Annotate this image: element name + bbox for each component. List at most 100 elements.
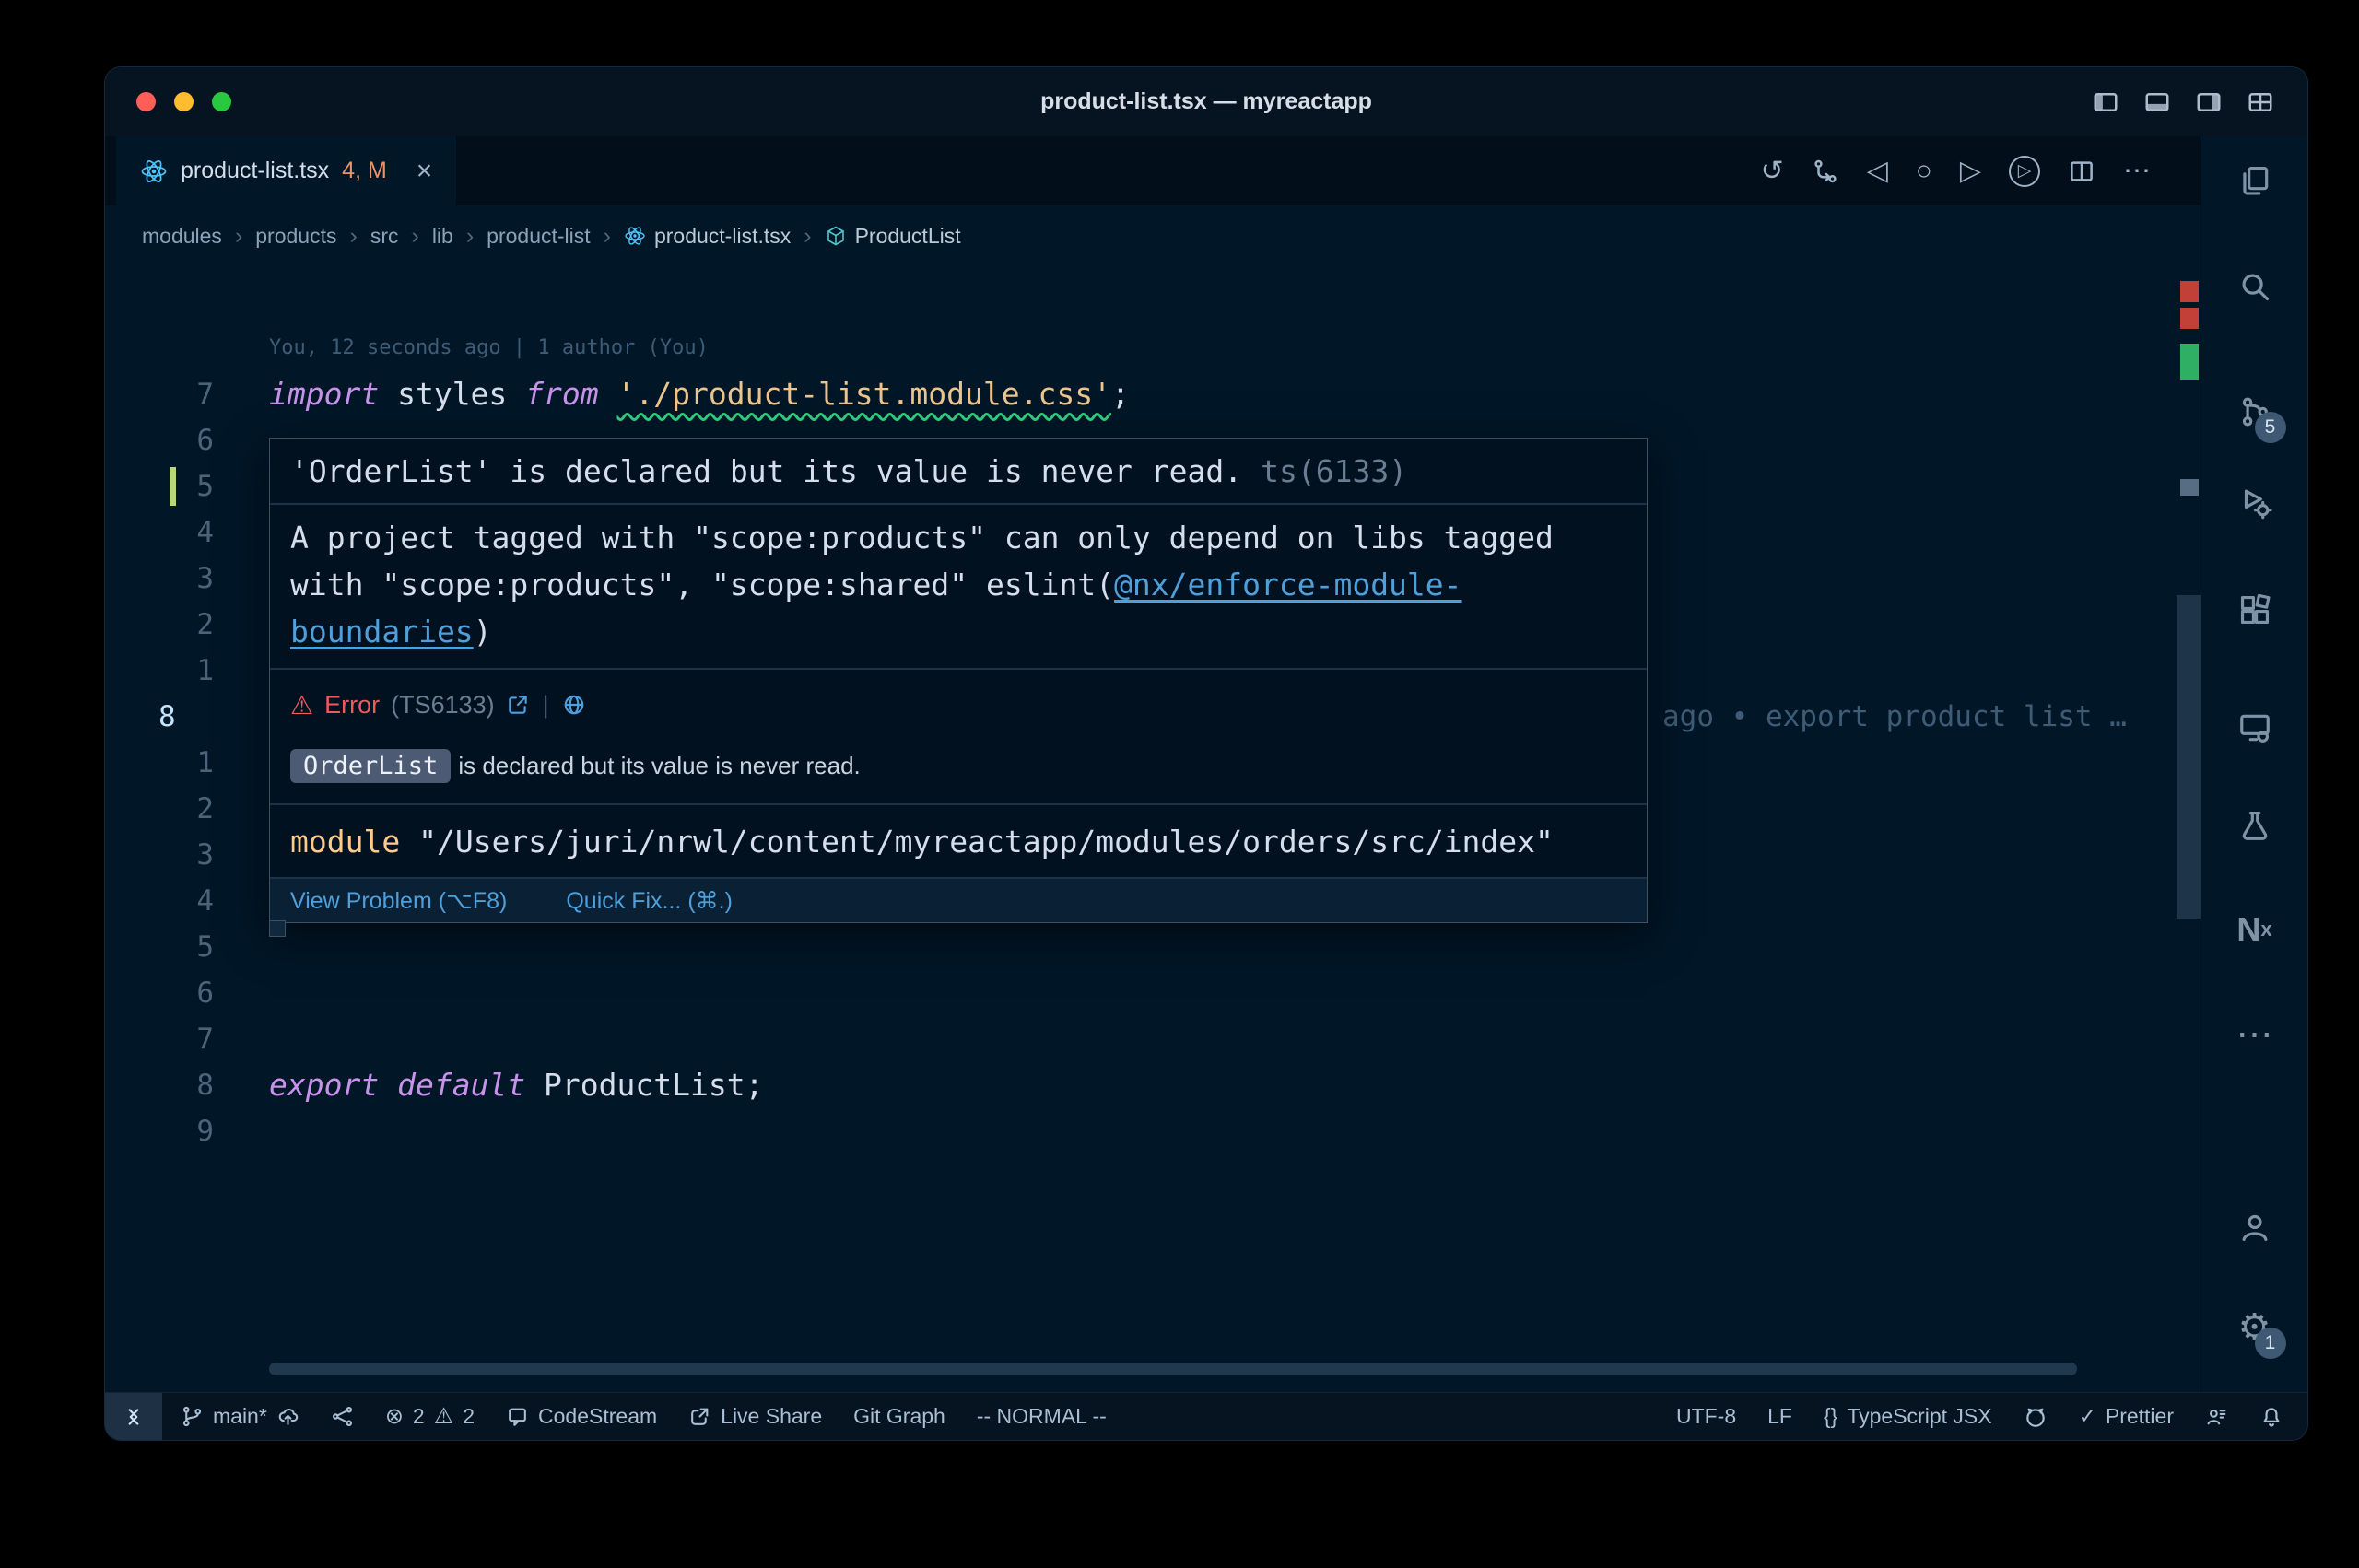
breadcrumb-file[interactable]: product-list.tsx [624,224,791,249]
breadcrumb-separator: › [804,223,811,250]
editor-actions: ↺ ◁ ○ ▷ ▷ ⋯ [1761,136,2151,205]
current-line-number[interactable]: 8 [105,694,214,740]
git-branch-item[interactable]: main* [181,1404,299,1429]
activity-bar: 5 Nx ⋯ ⚙ 1 [2201,136,2307,1394]
globe-icon[interactable] [562,693,586,717]
hover-resize-handle[interactable] [269,920,286,937]
open-changes-icon[interactable] [1812,158,1839,185]
line-number[interactable]: 1 [105,648,214,694]
timeline-icon[interactable]: ↺ [1761,158,1784,185]
code-line[interactable]: 6 [105,970,2177,1016]
toggle-secondary-sidebar-icon[interactable] [2195,88,2223,116]
code-line[interactable]: 9 [105,1108,2177,1154]
additional-views-icon[interactable]: ⋯ [2229,1009,2281,1060]
remote-explorer-icon[interactable] [2229,702,2281,754]
search-icon[interactable] [2229,261,2281,312]
overview-ruler [2177,266,2202,1394]
hover-module-row: module "/Users/juri/nrwl/content/myreact… [270,803,1647,877]
line-number[interactable]: 4 [105,509,214,556]
prettier-item[interactable]: ✓ Prettier [2079,1404,2174,1429]
line-number[interactable]: 5 [105,463,214,509]
gitlens-graph-item[interactable] [331,1405,354,1428]
feedback-item[interactable] [2205,1405,2228,1428]
encoding-item[interactable]: UTF-8 [1676,1404,1736,1429]
breadcrumb-symbol[interactable]: ProductList [825,224,961,249]
breadcrumb-lib[interactable]: lib [432,224,453,249]
breadcrumb-product-list[interactable]: product-list [487,224,590,249]
run-debug-icon[interactable] [2229,476,2281,528]
vim-mode-indicator[interactable]: -- NORMAL -- [977,1404,1107,1429]
view-problem-link[interactable]: View Problem (⌥F8) [290,887,507,915]
nx-console-icon[interactable]: Nx [2229,904,2281,955]
explorer-icon[interactable] [2229,155,2281,206]
settings-badge: 1 [2255,1328,2286,1359]
toggle-panel-icon[interactable] [2143,88,2171,116]
live-share-item[interactable]: Live Share [688,1404,822,1429]
code-line[interactable]: 8 export default ProductList; [105,1062,2177,1108]
problems-item[interactable]: ⊗ 2 ⚠ 2 [385,1403,475,1430]
line-number[interactable]: 7 [105,371,214,417]
diagnostic-hover-widget: 'OrderList' is declared but its value is… [269,438,1648,923]
breadcrumb-modules[interactable]: modules [142,224,222,249]
extensions-icon[interactable] [2229,584,2281,636]
codestream-item[interactable]: CodeStream [506,1404,657,1429]
horizontal-scrollbar[interactable] [269,1363,2077,1375]
breadcrumb-src[interactable]: src [370,224,399,249]
git-graph-item[interactable]: Git Graph [853,1404,945,1429]
next-change-icon[interactable]: ▷ [1960,158,1981,185]
testing-icon[interactable] [2229,800,2281,851]
hover-actions-bar: View Problem (⌥F8) Quick Fix... (⌘.) [270,877,1647,922]
line-number[interactable]: 3 [105,832,214,878]
tab-close-icon[interactable]: × [417,156,433,187]
diagnostic-source: ts(6133) [1261,453,1407,489]
react-file-icon [140,158,168,185]
line-number[interactable]: 4 [105,878,214,924]
close-window-button[interactable] [136,92,156,111]
line-number[interactable]: 9 [105,1108,214,1154]
line-number[interactable]: 1 [105,740,214,786]
feedback-icon [2205,1405,2228,1428]
cloud-upload-icon [276,1405,299,1428]
revert-change-icon[interactable]: ○ [1916,158,1932,185]
line-number[interactable]: 3 [105,556,214,602]
symbol-message: is declared but its value is never read. [458,752,860,780]
line-number[interactable]: 8 [105,1062,214,1108]
breadcrumb-products[interactable]: products [255,224,336,249]
eol-item[interactable]: LF [1767,1404,1792,1429]
language-mode-item[interactable]: {} TypeScript JSX [1824,1404,1992,1429]
code-editor[interactable]: You, 12 seconds ago | 1 author (You) 7 i… [105,266,2202,1394]
code-line[interactable]: 7 [105,1016,2177,1062]
line-number[interactable]: 2 [105,786,214,832]
more-actions-icon[interactable]: ⋯ [2123,158,2151,185]
scrollbar-slider[interactable] [2177,595,2202,919]
line-number[interactable]: 6 [105,417,214,463]
warning-icon: ⚠ [434,1403,454,1430]
breadcrumb-separator: › [411,223,418,250]
layout-controls [2092,67,2274,136]
previous-change-icon[interactable]: ◁ [1867,158,1888,185]
remote-indicator[interactable] [105,1393,162,1440]
accounts-icon[interactable] [2229,1201,2281,1253]
code-line[interactable]: 7 import styles from './product-list.mod… [105,371,2177,417]
line-number[interactable]: 2 [105,602,214,648]
customize-layout-icon[interactable] [2247,88,2274,116]
github-item[interactable] [2024,1405,2048,1429]
live-share-icon [688,1405,711,1428]
space [400,824,418,860]
zoom-window-button[interactable] [212,92,231,111]
quick-fix-link[interactable]: Quick Fix... (⌘.) [566,887,733,915]
toggle-primary-sidebar-icon[interactable] [2092,88,2119,116]
minimize-window-button[interactable] [174,92,194,111]
error-label: Error [324,691,380,720]
line-number[interactable]: 7 [105,1016,214,1062]
split-editor-icon[interactable] [2068,158,2095,185]
line-number[interactable]: 5 [105,924,214,970]
tab-product-list[interactable]: product-list.tsx 4, M × [116,136,457,205]
run-code-icon[interactable]: ▷ [2009,156,2040,187]
line-number[interactable]: 6 [105,970,214,1016]
open-docs-external-icon[interactable] [506,693,530,717]
source-control-icon[interactable]: 5 [2229,386,2281,438]
code-line[interactable]: 5 [105,924,2177,970]
notifications-item[interactable] [2259,1405,2283,1429]
settings-gear-icon[interactable]: ⚙ 1 [2229,1302,2281,1353]
